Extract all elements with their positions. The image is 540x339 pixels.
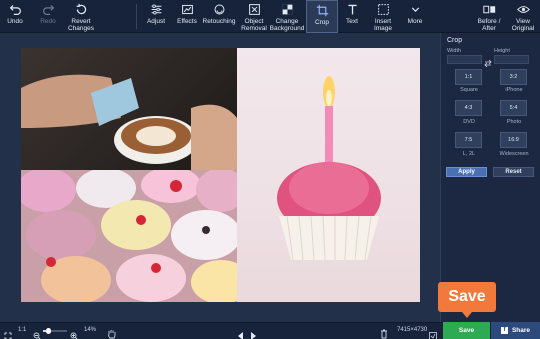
height-label: Height [494,48,510,54]
view-original-button[interactable]: View Original [508,0,538,33]
ratio-caption: DVD [463,119,475,125]
apply-button[interactable]: Apply [446,167,487,177]
ratio-5-4-button[interactable]: 5:4 [500,100,527,116]
zoom-in-icon[interactable] [70,327,78,339]
collage-photo-latte-art[interactable] [21,48,237,170]
undo-icon [9,5,21,15]
ratio-label: 1:1 [464,74,473,80]
redo-button[interactable]: Redo [35,0,61,33]
ratio-caption: iPhone [505,87,523,93]
ratio-16-9-button[interactable]: 16:9 [500,132,527,148]
chevron-down-icon [411,7,419,12]
save-button[interactable]: Save [443,322,490,339]
crop-panel: Crop Width Height 1:1 3:2 Square iPhone … [440,33,540,322]
ratio-label: 3:2 [509,74,518,80]
zoom-slider-handle[interactable] [46,328,51,334]
cupcakes-illustration [21,170,237,302]
retouching-button[interactable]: Retouching [202,0,236,33]
previous-image-icon[interactable] [238,327,244,339]
change-background-label: Change Background [269,18,305,32]
insert-image-icon [377,4,389,15]
link-swap-icon[interactable] [484,55,492,73]
collage-photo-cupcakes[interactable] [21,170,237,302]
before-after-label: Before / After [477,18,501,32]
text-button[interactable]: Text [339,0,365,33]
effects-button[interactable]: Effects [174,0,200,33]
insert-image-label: Insert Image [373,18,393,32]
retouching-label: Retouching [202,18,236,25]
redo-icon [42,5,54,15]
collage-photo-birthday-cupcake[interactable] [237,48,420,302]
ratio-caption: L, 2L [462,151,476,157]
undo-label: Undo [7,18,23,25]
revert-label: Revert Changes [67,18,95,32]
change-background-icon [282,4,292,15]
object-removal-label: Object Removal [241,18,267,32]
adjust-label: Adjust [146,18,166,25]
main-toolbar: Undo Redo Revert Changes Adjust Effects … [0,0,540,33]
text-label: Text [346,18,358,25]
revert-icon [76,3,86,15]
ratio-7-5-button[interactable]: 7:5 [455,132,482,148]
ratio-label: 7:5 [464,137,473,143]
object-removal-icon [248,4,260,15]
info-icon[interactable] [429,327,437,339]
ratio-label: 16:9 [508,137,519,143]
undo-button[interactable]: Undo [2,0,28,33]
zoom-slider[interactable] [43,328,67,334]
ratio-label: 4:3 [464,105,473,111]
image-dimensions: 7415×4730 [397,327,428,333]
effects-label: Effects [177,18,197,25]
next-image-icon[interactable] [250,327,256,339]
share-button[interactable]: f Share [491,322,540,339]
object-removal-button[interactable]: Object Removal [239,0,269,33]
trash-icon[interactable] [380,326,388,339]
latte-illustration [21,74,237,170]
eye-icon [516,6,530,13]
more-button[interactable]: More [402,0,428,33]
change-background-button[interactable]: Change Background [270,0,304,33]
crop-button[interactable]: Crop [306,0,338,33]
toolbar-divider [136,4,137,29]
zoom-level: 14% [84,327,97,333]
view-original-label: View Original [511,18,535,32]
image-canvas[interactable] [0,33,440,322]
ratio-label: 5:4 [509,105,518,111]
text-icon [347,4,357,15]
panel-title: Crop [447,37,463,44]
ratio-1-1-button[interactable]: 1:1 [455,69,482,85]
zoom-out-icon[interactable] [33,327,41,339]
adjust-button[interactable]: Adjust [143,0,169,33]
width-label: Width [447,48,462,54]
birthday-cupcake-illustration [277,76,381,261]
revert-changes-button[interactable]: Revert Changes [66,0,96,33]
ratio-caption: Photo [506,119,522,125]
insert-image-button[interactable]: Insert Image [368,0,398,33]
ratio-caption: Widescreen [499,151,529,157]
crop-label: Crop [314,19,330,26]
redo-label: Redo [40,18,56,25]
facebook-icon: f [500,327,508,334]
fit-screen-icon[interactable] [4,327,12,339]
save-callout-tooltip: Save [438,282,496,318]
ratio-4-3-button[interactable]: 4:3 [455,100,482,116]
ratio-3-2-button[interactable]: 3:2 [500,69,527,85]
before-after-button[interactable]: Before / After [473,0,505,33]
width-field[interactable] [447,55,482,64]
share-label: Share [511,327,531,334]
crop-icon [316,4,328,17]
height-field[interactable] [494,55,529,64]
before-after-icon [482,5,495,14]
reset-button[interactable]: Reset [493,167,534,177]
actual-size-button[interactable]: 1:1 [18,327,26,333]
effects-icon [181,4,193,15]
sliders-icon [151,4,161,15]
hand-tool-icon[interactable] [107,326,116,339]
retouching-icon [214,4,224,15]
ratio-caption: Square [460,87,478,93]
more-label: More [407,18,423,25]
